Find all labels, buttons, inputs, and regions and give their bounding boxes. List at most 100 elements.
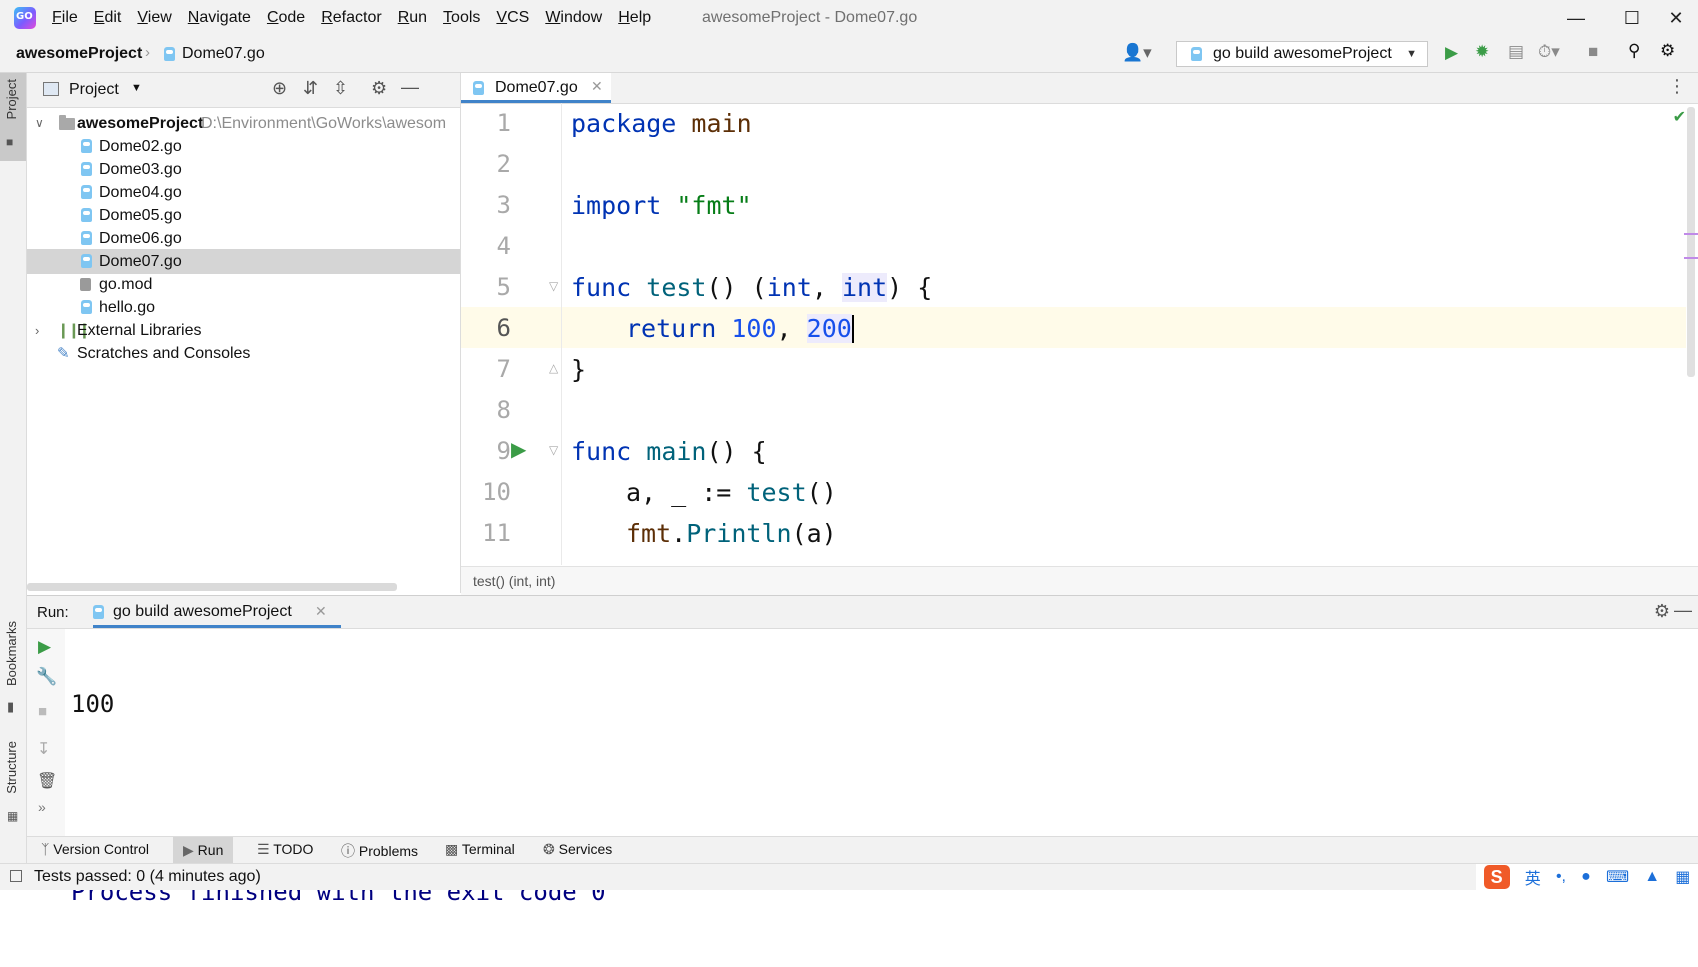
package-ref: fmt: [626, 519, 672, 548]
hide-panel-icon[interactable]: —: [1674, 600, 1692, 621]
tab-problems[interactable]: ⓘ Problems: [341, 841, 418, 861]
fold-icon[interactable]: ▽: [549, 443, 558, 457]
scroll-to-end-icon[interactable]: ↧: [37, 739, 50, 759]
user-icon[interactable]: 👤▾: [1122, 43, 1152, 63]
run-configuration-select[interactable]: go build awesomeProject ▼: [1176, 41, 1428, 67]
tree-row-external-libraries[interactable]: › ❙❙❙ External Libraries: [27, 318, 460, 343]
tree-row-file[interactable]: Dome03.go: [27, 157, 460, 182]
rerun-icon[interactable]: ▶: [38, 637, 51, 657]
tab-todo[interactable]: ☰ TODO: [257, 841, 313, 858]
tree-row-project-root[interactable]: ∨ awesomeProject D:\Environment\GoWorks\…: [27, 111, 460, 136]
chevron-down-icon[interactable]: ∨: [35, 111, 44, 136]
ime-menu-icon[interactable]: ▦: [1675, 867, 1690, 887]
close-tab-icon[interactable]: ✕: [591, 78, 603, 95]
menu-window[interactable]: Window: [545, 9, 602, 27]
run-tab-go-build[interactable]: go build awesomeProject ✕: [93, 596, 341, 628]
hide-panel-icon[interactable]: —: [401, 77, 419, 98]
terminal-icon: ▩: [445, 841, 459, 857]
breadcrumb-file[interactable]: Dome07.go: [182, 45, 265, 63]
maximize-icon[interactable]: ☐: [1610, 6, 1654, 30]
search-icon[interactable]: ⚲: [1628, 41, 1640, 61]
tree-row-file[interactable]: Dome02.go: [27, 134, 460, 159]
package-name: main: [691, 109, 752, 138]
tab-version-control[interactable]: ᛉ Version Control: [41, 841, 149, 857]
coverage-icon[interactable]: ▤: [1508, 42, 1524, 62]
menu-view[interactable]: View: [137, 9, 171, 27]
tree-row-scratches[interactable]: ✎ Scratches and Consoles: [27, 341, 460, 366]
vertical-scrollbar[interactable]: [1687, 107, 1695, 377]
settings-gear-icon[interactable]: ⚙: [1660, 41, 1675, 61]
run-icon[interactable]: ▶: [1445, 43, 1458, 63]
run-gutter-icon[interactable]: ▶: [511, 437, 526, 462]
tree-row-file[interactable]: go.mod: [27, 272, 460, 297]
stop-icon[interactable]: ■: [1588, 42, 1598, 62]
project-panel-title[interactable]: Project: [69, 81, 119, 99]
inspection-ok-icon[interactable]: ✔: [1673, 107, 1686, 127]
stop-icon[interactable]: ■: [38, 703, 47, 720]
toggle-tool-windows-icon[interactable]: [10, 870, 22, 882]
file-name: Dome02.go: [99, 138, 182, 155]
menu-code[interactable]: Code: [267, 9, 305, 27]
ime-punctuation-toggle[interactable]: •,: [1556, 868, 1566, 886]
tree-row-file[interactable]: hello.go: [27, 295, 460, 320]
expand-all-icon[interactable]: ⇵: [303, 78, 318, 99]
locate-file-icon[interactable]: ⊕: [272, 78, 287, 99]
menu-help[interactable]: Help: [618, 9, 651, 27]
profile-icon[interactable]: ⏱▾: [1538, 42, 1560, 62]
breadcrumb-project[interactable]: awesomeProject: [16, 45, 142, 63]
microphone-icon[interactable]: ●: [1581, 868, 1591, 886]
menu-tools[interactable]: Tools: [443, 9, 480, 27]
keyboard-icon[interactable]: ⌨: [1606, 867, 1629, 887]
horizontal-scrollbar[interactable]: [27, 583, 397, 591]
collapse-all-icon[interactable]: ⇳: [333, 78, 348, 99]
options-gear-icon[interactable]: ⚙: [371, 78, 387, 99]
wrench-icon[interactable]: 🔧: [36, 667, 57, 687]
debug-icon[interactable]: ✹: [1475, 42, 1489, 62]
folder-icon: ■: [6, 135, 14, 149]
more-icon[interactable]: »: [38, 799, 46, 815]
status-message[interactable]: Tests passed: 0 (4 minutes ago): [34, 868, 261, 886]
sogou-ime-icon[interactable]: S: [1483, 865, 1510, 889]
fold-icon[interactable]: △: [549, 361, 558, 375]
close-tab-icon[interactable]: ✕: [315, 603, 327, 620]
console-output[interactable]: 100 Process finished with the exit code …: [71, 629, 606, 967]
tab-terminal[interactable]: ▩ Terminal: [445, 841, 515, 858]
menu-run[interactable]: Run: [398, 9, 427, 27]
menu-edit[interactable]: Edit: [94, 9, 122, 27]
tab-run[interactable]: ▶ Run: [173, 837, 234, 863]
structure-tab[interactable]: Structure: [4, 741, 19, 794]
error-stripe-mark[interactable]: [1684, 233, 1698, 235]
console-line-output: 100: [71, 690, 115, 718]
menu-navigate[interactable]: Navigate: [188, 9, 251, 27]
menu-vcs[interactable]: VCS: [496, 9, 529, 27]
bookmarks-tab[interactable]: Bookmarks: [4, 621, 19, 686]
tree-row-file[interactable]: Dome04.go: [27, 180, 460, 205]
tree-row-file[interactable]: Dome05.go: [27, 203, 460, 228]
run-settings-gear-icon[interactable]: ⚙: [1654, 601, 1670, 622]
close-window-icon[interactable]: ✕: [1654, 6, 1698, 30]
chevron-right-icon[interactable]: ›: [35, 318, 39, 343]
more-options-icon[interactable]: ⋮: [1668, 76, 1686, 97]
tree-row-file-selected[interactable]: Dome07.go: [27, 249, 460, 274]
tab-services[interactable]: ❂ Services: [543, 841, 612, 858]
minimize-icon[interactable]: —: [1554, 6, 1598, 30]
project-root-path: D:\Environment\GoWorks\awesom: [201, 115, 447, 132]
menu-refactor[interactable]: Refactor: [321, 9, 381, 27]
editor-tab-dome07[interactable]: Dome07.go ✕: [461, 73, 611, 103]
tab-label: Run: [197, 842, 224, 858]
fold-icon[interactable]: ▽: [549, 279, 558, 293]
menu-file[interactable]: File: [52, 9, 78, 27]
error-stripe-mark[interactable]: [1684, 257, 1698, 259]
keyword: import: [571, 191, 662, 220]
trash-icon[interactable]: 🗑: [37, 771, 57, 791]
function-signature-hint[interactable]: test() (int, int): [473, 573, 555, 589]
skin-icon[interactable]: ▲: [1644, 868, 1660, 886]
mod-file-icon: [80, 278, 91, 291]
chevron-down-icon[interactable]: ▼: [131, 82, 142, 94]
ime-language-toggle[interactable]: 英: [1525, 865, 1541, 889]
project-tool-tab[interactable]: Project ■: [0, 73, 26, 161]
code-area[interactable]: package main import "fmt" func test() (i…: [561, 103, 1698, 565]
tree-row-file[interactable]: Dome06.go: [27, 226, 460, 251]
goland-logo-icon[interactable]: [14, 7, 36, 29]
external-libraries-label: External Libraries: [77, 322, 202, 339]
